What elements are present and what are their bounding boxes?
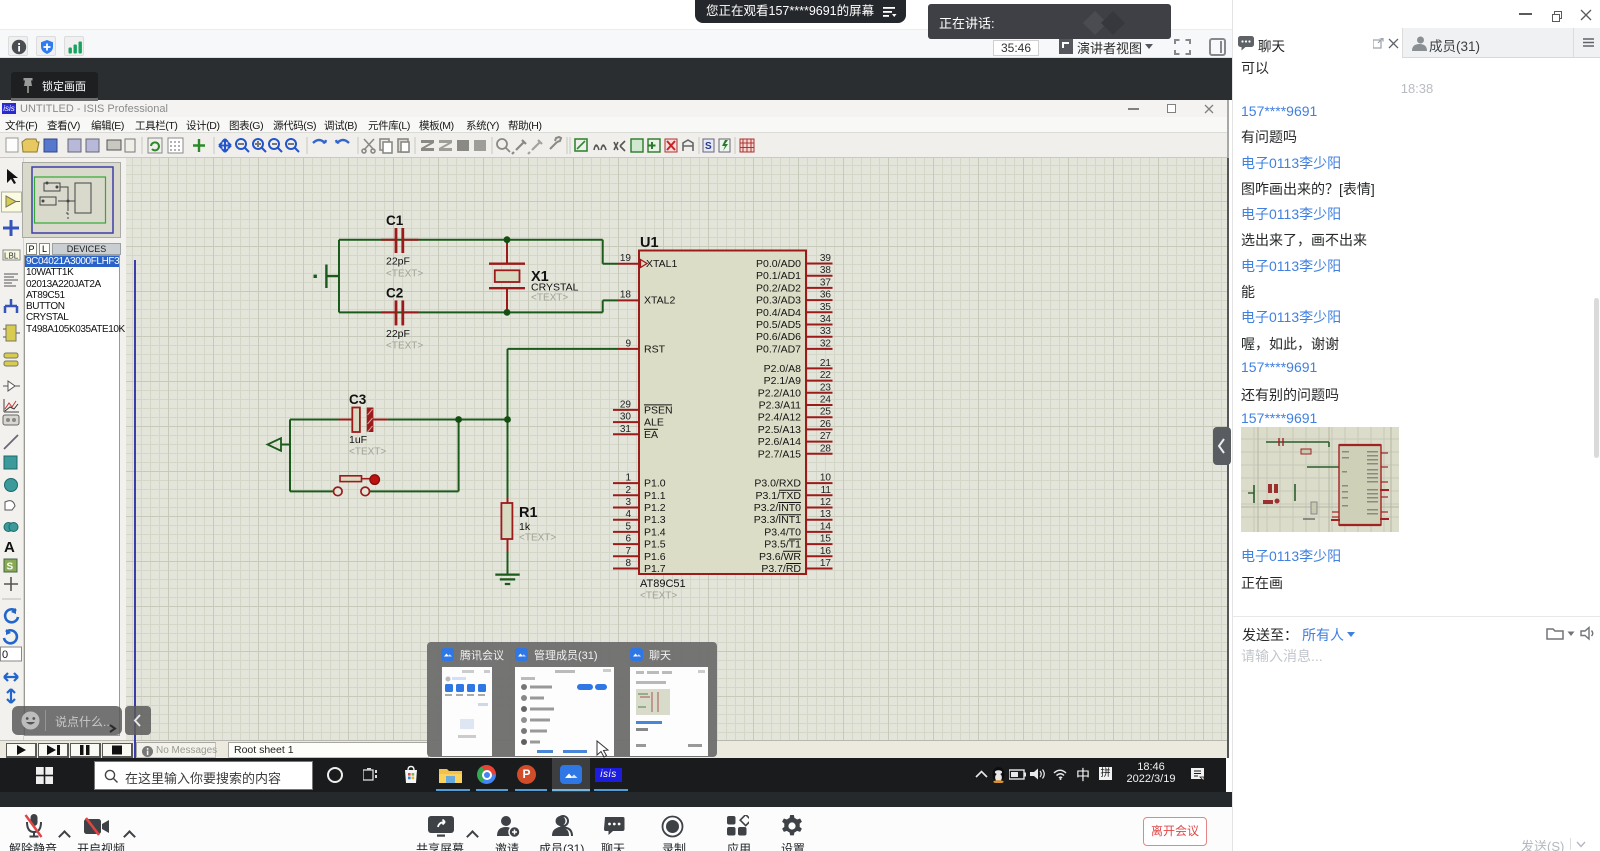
svg-text:0: 0 (2, 649, 8, 661)
svg-text:S: S (705, 141, 712, 152)
svg-text:A: A (4, 539, 15, 556)
svg-text:S: S (7, 562, 14, 573)
svg-text:LBL: LBL (4, 252, 19, 261)
